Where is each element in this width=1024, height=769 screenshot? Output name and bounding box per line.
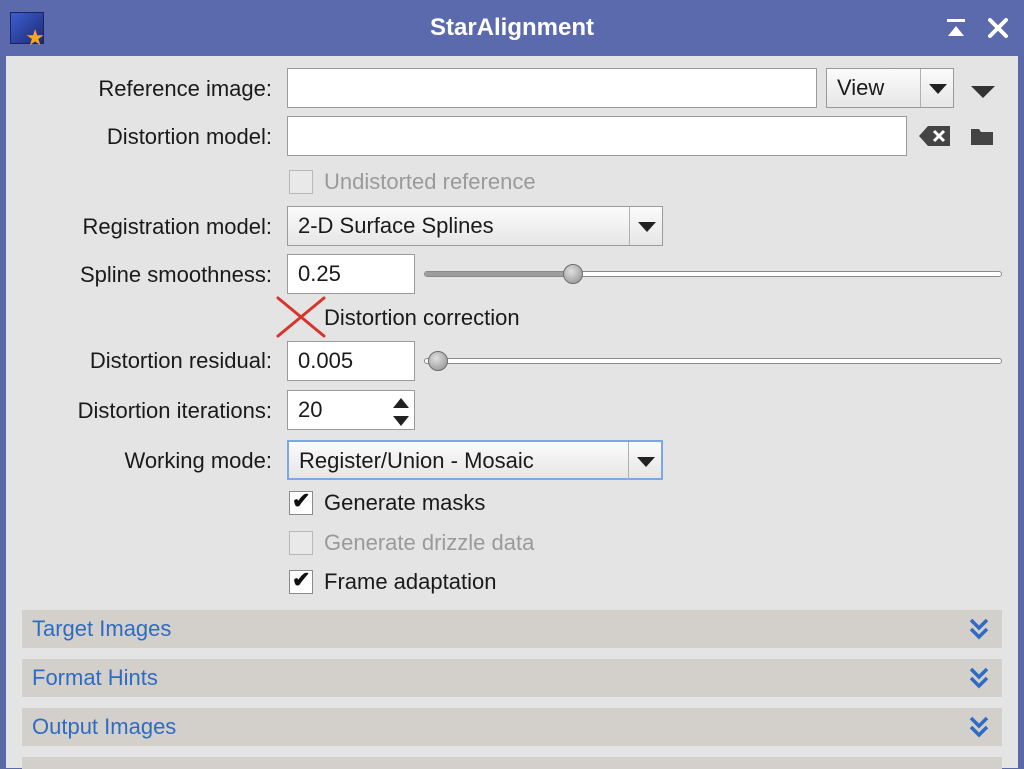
section-target-images[interactable]: Target Images	[22, 610, 1002, 648]
section-next-partial[interactable]	[22, 757, 1002, 769]
process-panel: Reference image: View Distortion model: …	[6, 56, 1018, 769]
section-format-hints[interactable]: Format Hints	[22, 659, 1002, 697]
undistorted-reference-checkbox[interactable]	[289, 170, 313, 194]
checkmark-icon: ✔	[292, 488, 311, 513]
distortion-model-label: Distortion model:	[106, 124, 272, 149]
section-output-images[interactable]: Output Images	[22, 708, 1002, 746]
generate-drizzle-label: Generate drizzle data	[324, 530, 535, 555]
folder-icon[interactable]	[970, 126, 994, 152]
triangle-down-icon[interactable]	[970, 80, 996, 106]
registration-model-label: Registration model:	[82, 214, 272, 239]
generate-masks-label: Generate masks	[324, 490, 486, 515]
distortion-correction-label: Distortion correction	[324, 305, 520, 330]
frame-adaptation-checkbox[interactable]: ✔	[289, 567, 313, 594]
double-chevron-down-icon[interactable]	[968, 610, 990, 661]
shade-icon[interactable]	[942, 14, 970, 42]
slider-thumb[interactable]	[428, 351, 448, 371]
section-label: Format Hints	[32, 665, 158, 690]
chevron-down-icon	[629, 207, 662, 245]
distortion-iterations-label: Distortion iterations:	[77, 398, 272, 423]
double-chevron-down-icon[interactable]	[968, 659, 990, 710]
slider-thumb[interactable]	[563, 264, 583, 284]
distortion-residual-input[interactable]: 0.005	[287, 341, 415, 381]
undistorted-reference-label: Undistorted reference	[324, 169, 536, 194]
distortion-residual-slider[interactable]	[424, 358, 1002, 364]
generate-masks-checkbox[interactable]: ✔	[289, 488, 313, 515]
spline-smoothness-label: Spline smoothness:	[80, 262, 272, 287]
reference-image-label: Reference image:	[98, 76, 272, 101]
registration-model-select[interactable]: 2-D Surface Splines	[287, 206, 663, 246]
section-label: Target Images	[32, 616, 172, 641]
window-title: StarAlignment	[429, 14, 594, 41]
chevron-down-icon	[628, 442, 661, 480]
reference-image-field[interactable]	[287, 68, 817, 108]
view-select[interactable]: View	[826, 68, 954, 108]
section-label: Output Images	[32, 714, 177, 739]
distortion-residual-label: Distortion residual:	[89, 348, 272, 373]
working-mode-select[interactable]: Register/Union - Mosaic	[287, 440, 663, 480]
generate-drizzle-checkbox[interactable]	[289, 531, 313, 555]
red-x-mark-icon	[274, 294, 328, 346]
frame-adaptation-label: Frame adaptation	[324, 569, 497, 594]
chevron-down-icon	[920, 69, 953, 107]
checkmark-icon: ✔	[292, 567, 311, 592]
spin-down-icon[interactable]	[390, 410, 412, 436]
view-select-label: View	[837, 75, 885, 100]
distortion-model-field[interactable]	[287, 116, 907, 156]
backspace-clear-icon[interactable]	[918, 124, 952, 154]
spline-smoothness-input[interactable]: 0.25	[287, 254, 415, 294]
title-bar: ★ StarAlignment	[0, 0, 1024, 56]
double-chevron-down-icon[interactable]	[968, 708, 990, 759]
spline-smoothness-slider[interactable]	[424, 271, 1002, 277]
registration-model-value: 2-D Surface Splines	[298, 213, 494, 238]
close-icon[interactable]	[984, 14, 1012, 42]
slider-fill	[425, 272, 575, 276]
working-mode-value: Register/Union - Mosaic	[299, 448, 534, 473]
working-mode-label: Working mode:	[124, 448, 272, 473]
